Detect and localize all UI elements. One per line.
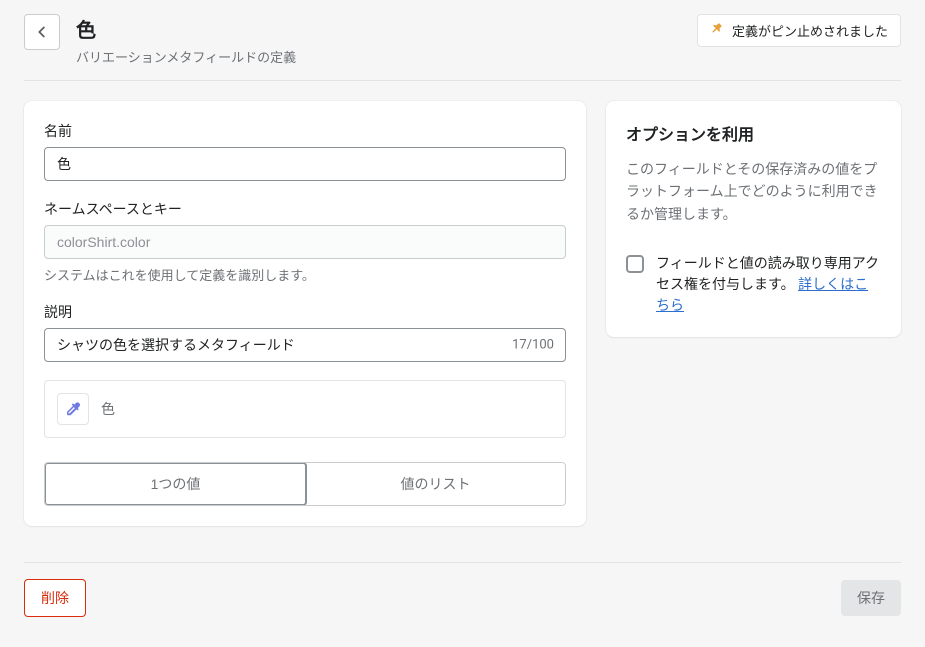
namespace-label: ネームスペースとキー — [44, 199, 566, 219]
page-header: 色 バリエーションメタフィールドの定義 定義がピン止めされました — [0, 0, 925, 80]
footer-divider — [24, 562, 901, 563]
pin-badge-label: 定義がピン止めされました — [732, 21, 888, 40]
pin-icon — [710, 22, 724, 40]
value-cardinality-segmented: 1つの値 値のリスト — [44, 462, 566, 506]
description-label: 説明 — [44, 302, 566, 322]
delete-button[interactable]: 削除 — [24, 579, 86, 617]
page-title: 色 — [76, 14, 681, 43]
options-title: オプションを利用 — [626, 121, 881, 145]
namespace-help: システムはこれを使用して定義を識別します。 — [44, 265, 566, 284]
pin-badge: 定義がピン止めされました — [697, 14, 901, 47]
options-card: オプションを利用 このフィールドとその保存済みの値をプラットフォーム上でどのよう… — [606, 101, 901, 337]
eyedropper-icon — [57, 393, 89, 425]
type-pill-label: 色 — [101, 399, 115, 419]
header-title-block: 色 バリエーションメタフィールドの定義 — [76, 14, 681, 66]
description-input[interactable] — [44, 328, 566, 362]
save-button[interactable]: 保存 — [841, 580, 901, 616]
readonly-checkbox-label: フィールドと値の読み取り専用アクセス権を付与します。 詳しくはこちら — [656, 254, 881, 317]
readonly-checkbox[interactable] — [626, 255, 644, 273]
options-desc: このフィールドとその保存済みの値をプラットフォーム上でどのように利用できるか管理… — [626, 159, 881, 226]
back-button[interactable] — [24, 14, 60, 50]
main-form-card: 名前 ネームスペースとキー システムはこれを使用して定義を識別します。 説明 1… — [24, 101, 586, 526]
type-pill: 色 — [44, 380, 566, 438]
arrow-left-icon — [33, 23, 51, 41]
name-label: 名前 — [44, 121, 566, 141]
name-input[interactable] — [44, 147, 566, 181]
segment-single-value[interactable]: 1つの値 — [44, 462, 307, 506]
segment-list-value[interactable]: 値のリスト — [306, 463, 565, 505]
namespace-input — [44, 225, 566, 259]
description-counter: 17/100 — [512, 338, 554, 353]
page-subtitle: バリエーションメタフィールドの定義 — [76, 47, 681, 66]
